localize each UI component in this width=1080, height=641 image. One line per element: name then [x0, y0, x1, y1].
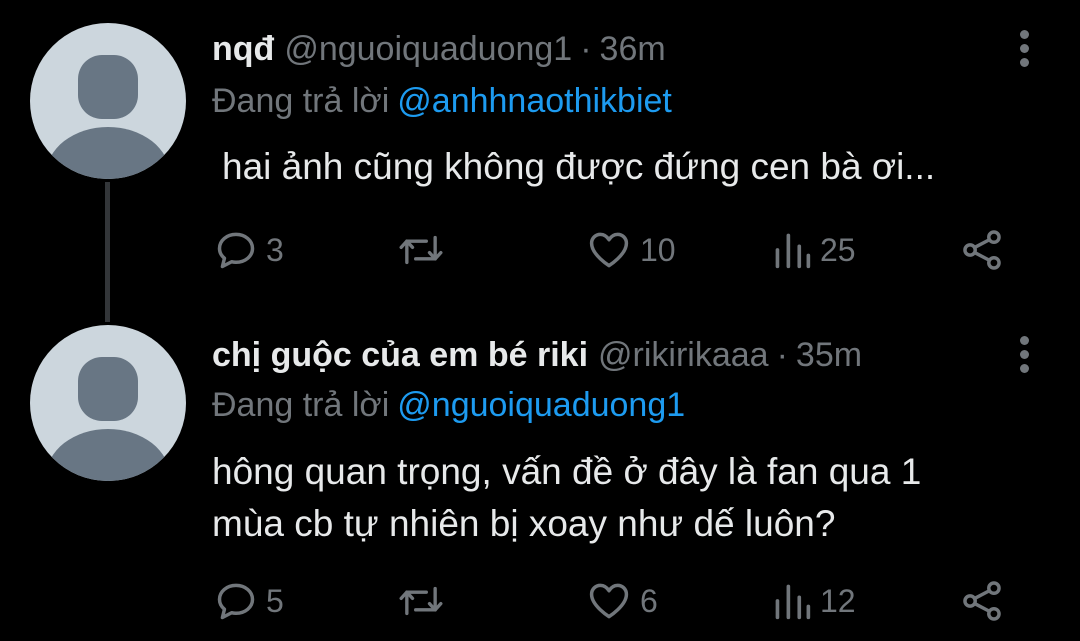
tweet-text: hông quan trọng, vấn đề ở đây là fan qua…: [212, 446, 1032, 550]
more-options-icon[interactable]: [1018, 336, 1030, 373]
share-icon: [963, 581, 1001, 621]
retweet-button[interactable]: [398, 576, 444, 626]
replying-prefix: Đang trả lời: [212, 386, 390, 424]
reply-icon: [217, 583, 255, 620]
share-icon: [963, 230, 1001, 270]
avatar[interactable]: [30, 23, 186, 179]
user-handle[interactable]: @nguoiquaduong1: [284, 29, 572, 69]
reply-count: 3: [266, 231, 284, 268]
default-avatar-icon: [46, 357, 170, 481]
tweet[interactable]: chị guộc của em bé riki @rikirikaaa · 35…: [0, 320, 1080, 641]
view-count: 12: [820, 582, 856, 619]
reply-count: 5: [266, 582, 284, 619]
timestamp[interactable]: 35m: [796, 335, 862, 375]
like-button[interactable]: 10: [586, 225, 676, 275]
tweet-actions: 3 10 25: [212, 225, 1012, 275]
bar-chart-icon: [775, 233, 811, 269]
retweet-icon: [399, 235, 443, 265]
display-name[interactable]: chị guộc của em bé riki: [212, 335, 588, 375]
share-button[interactable]: [960, 225, 1004, 275]
avatar[interactable]: [30, 325, 186, 481]
retweet-button[interactable]: [398, 225, 444, 275]
user-handle[interactable]: @rikirikaaa: [598, 335, 769, 375]
tweet-text-line: mùa cb tự nhiên bị xoay như dế luôn?: [212, 503, 836, 544]
reply-button[interactable]: 3: [214, 225, 284, 275]
tweet-actions: 5 6 12: [212, 576, 1012, 626]
default-avatar-icon: [46, 55, 170, 179]
share-button[interactable]: [960, 576, 1004, 626]
view-count: 25: [820, 231, 856, 268]
heart-icon: [589, 232, 629, 268]
thread-connector: [105, 182, 110, 322]
tweet-text: hai ảnh cũng không được đứng cen bà ơi..…: [222, 146, 936, 187]
bar-chart-icon: [775, 584, 811, 620]
like-count: 6: [640, 582, 658, 619]
heart-icon: [589, 583, 629, 619]
views-button[interactable]: 12: [772, 576, 856, 626]
reply-button[interactable]: 5: [214, 576, 284, 626]
retweet-icon: [399, 586, 443, 616]
like-button[interactable]: 6: [586, 576, 658, 626]
separator: ·: [776, 336, 788, 374]
tweet-header: chị guộc của em bé riki @rikirikaaa · 35…: [212, 335, 862, 375]
mention-link[interactable]: @anhhnaothikbiet: [397, 82, 672, 120]
timestamp[interactable]: 36m: [600, 29, 666, 69]
more-options-icon[interactable]: [1018, 30, 1030, 67]
mention-link[interactable]: @nguoiquaduong1: [397, 386, 685, 424]
replying-to: Đang trả lời @anhhnaothikbiet: [212, 81, 672, 121]
display-name[interactable]: nqđ: [212, 29, 274, 69]
tweet-header: nqđ @nguoiquaduong1 · 36m: [212, 29, 666, 69]
tweet-text-line: hông quan trọng, vấn đề ở đây là fan qua…: [212, 451, 922, 492]
tweet[interactable]: nqđ @nguoiquaduong1 · 36m Đang trả lời @a…: [0, 0, 1080, 322]
replying-prefix: Đang trả lời: [212, 82, 390, 120]
like-count: 10: [640, 231, 676, 268]
reply-icon: [217, 232, 255, 269]
separator: ·: [580, 30, 592, 68]
views-button[interactable]: 25: [772, 225, 856, 275]
replying-to: Đang trả lời @nguoiquaduong1: [212, 385, 685, 425]
